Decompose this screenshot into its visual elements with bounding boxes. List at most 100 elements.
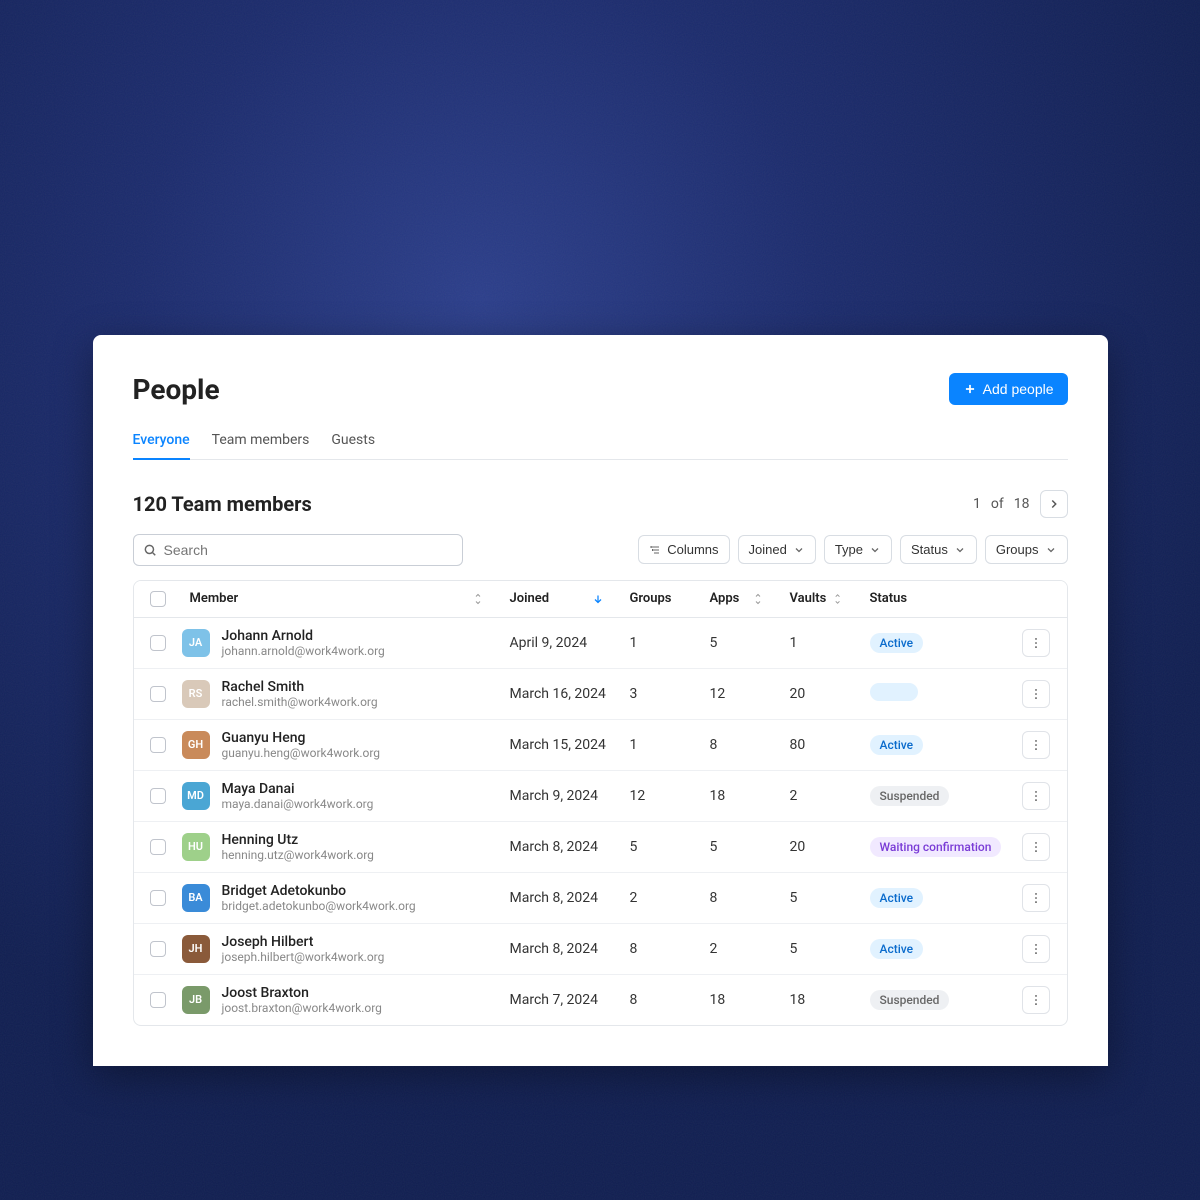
add-people-button[interactable]: Add people — [949, 373, 1068, 405]
row-actions-button[interactable] — [1022, 731, 1050, 759]
member-email: henning.utz@work4work.org — [222, 848, 374, 862]
tab-guests[interactable]: Guests — [331, 424, 375, 460]
member-cell: BA Bridget Adetokunbo bridget.adetokunbo… — [182, 883, 502, 913]
columns-label: Columns — [667, 542, 718, 557]
type-filter-label: Type — [835, 542, 863, 557]
member-cell: JA Johann Arnold johann.arnold@work4work… — [182, 628, 502, 658]
apps-cell: 12 — [702, 686, 782, 702]
vaults-cell: 80 — [782, 737, 862, 753]
adjust-icon — [649, 544, 661, 556]
row-checkbox[interactable] — [150, 686, 166, 702]
groups-cell: 5 — [622, 839, 702, 855]
row-checkbox-cell — [134, 635, 182, 651]
row-checkbox[interactable] — [150, 839, 166, 855]
th-member[interactable]: Member — [182, 591, 502, 606]
vaults-cell: 18 — [782, 992, 862, 1008]
row-checkbox-cell — [134, 992, 182, 1008]
groups-cell: 3 — [622, 686, 702, 702]
row-actions-button[interactable] — [1022, 884, 1050, 912]
select-all-checkbox[interactable] — [150, 591, 166, 607]
member-name: Joseph Hilbert — [222, 934, 385, 950]
avatar: RS — [182, 680, 210, 708]
more-vertical-icon — [1029, 891, 1043, 905]
sort-icon — [832, 593, 843, 605]
search-input[interactable] — [133, 534, 463, 566]
member-cell: RS Rachel Smith rachel.smith@work4work.o… — [182, 679, 502, 709]
member-text: Henning Utz henning.utz@work4work.org — [222, 832, 374, 862]
th-joined[interactable]: Joined — [502, 591, 622, 606]
apps-cell: 18 — [702, 788, 782, 804]
apps-cell: 8 — [702, 737, 782, 753]
status-cell: Active — [862, 939, 1012, 959]
member-text: Joseph Hilbert joseph.hilbert@work4work.… — [222, 934, 385, 964]
columns-button[interactable]: Columns — [638, 535, 729, 564]
member-name: Bridget Adetokunbo — [222, 883, 416, 899]
row-actions-button[interactable] — [1022, 680, 1050, 708]
row-checkbox[interactable] — [150, 635, 166, 651]
member-text: Johann Arnold johann.arnold@work4work.or… — [222, 628, 385, 658]
avatar: GH — [182, 731, 210, 759]
groups-cell: 8 — [622, 992, 702, 1008]
th-vaults[interactable]: Vaults — [782, 591, 862, 606]
avatar: MD — [182, 782, 210, 810]
avatar: JB — [182, 986, 210, 1014]
member-text: Maya Danai maya.danai@work4work.org — [222, 781, 374, 811]
status-badge: Suspended — [870, 990, 950, 1010]
joined-cell: March 15, 2024 — [502, 737, 622, 753]
status-badge: Active — [870, 888, 924, 908]
th-status-label: Status — [870, 591, 908, 606]
header-row: People Add people — [133, 373, 1068, 406]
actions-cell — [1012, 935, 1060, 963]
th-status: Status — [862, 591, 1012, 606]
groups-cell: 1 — [622, 635, 702, 651]
table-body: JA Johann Arnold johann.arnold@work4work… — [134, 618, 1067, 1025]
row-checkbox[interactable] — [150, 992, 166, 1008]
row-actions-button[interactable] — [1022, 986, 1050, 1014]
row-actions-button[interactable] — [1022, 833, 1050, 861]
tab-team-members[interactable]: Team members — [212, 424, 310, 460]
plus-icon — [963, 382, 977, 396]
joined-cell: March 8, 2024 — [502, 839, 622, 855]
actions-cell — [1012, 884, 1060, 912]
table-header: Member Joined Groups Apps Vaults Status — [134, 581, 1067, 618]
row-checkbox[interactable] — [150, 737, 166, 753]
row-actions-button[interactable] — [1022, 935, 1050, 963]
row-checkbox[interactable] — [150, 788, 166, 804]
status-cell — [862, 683, 1012, 705]
joined-cell: April 9, 2024 — [502, 635, 622, 651]
member-email: joseph.hilbert@work4work.org — [222, 950, 385, 964]
type-filter[interactable]: Type — [824, 535, 892, 564]
tab-everyone[interactable]: Everyone — [133, 424, 190, 460]
row-checkbox[interactable] — [150, 890, 166, 906]
status-badge: Active — [870, 633, 924, 653]
joined-cell: March 9, 2024 — [502, 788, 622, 804]
groups-cell: 1 — [622, 737, 702, 753]
status-cell: Active — [862, 633, 1012, 653]
status-filter[interactable]: Status — [900, 535, 977, 564]
member-email: rachel.smith@work4work.org — [222, 695, 378, 709]
add-people-label: Add people — [983, 381, 1054, 397]
chevron-down-icon — [1045, 544, 1057, 556]
members-table: Member Joined Groups Apps Vaults Status — [133, 580, 1068, 1026]
row-checkbox[interactable] — [150, 941, 166, 957]
more-vertical-icon — [1029, 993, 1043, 1007]
avatar: JH — [182, 935, 210, 963]
member-email: maya.danai@work4work.org — [222, 797, 374, 811]
table-row: BA Bridget Adetokunbo bridget.adetokunbo… — [134, 873, 1067, 924]
status-badge — [870, 683, 918, 701]
joined-filter[interactable]: Joined — [738, 535, 816, 564]
groups-filter[interactable]: Groups — [985, 535, 1068, 564]
table-row: MD Maya Danai maya.danai@work4work.org M… — [134, 771, 1067, 822]
pager-next-button[interactable] — [1040, 490, 1068, 518]
groups-cell: 12 — [622, 788, 702, 804]
member-name: Guanyu Heng — [222, 730, 381, 746]
row-actions-button[interactable] — [1022, 782, 1050, 810]
table-row: RS Rachel Smith rachel.smith@work4work.o… — [134, 669, 1067, 720]
joined-filter-label: Joined — [749, 542, 787, 557]
row-checkbox-cell — [134, 686, 182, 702]
member-name: Joost Braxton — [222, 985, 382, 1001]
chevron-right-icon — [1047, 497, 1061, 511]
row-actions-button[interactable] — [1022, 629, 1050, 657]
status-badge: Active — [870, 735, 924, 755]
th-apps[interactable]: Apps — [702, 591, 782, 606]
